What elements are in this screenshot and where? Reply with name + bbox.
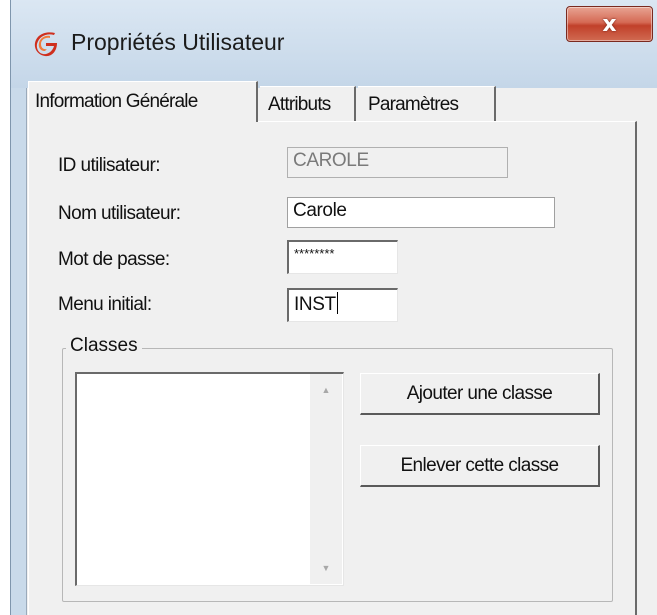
tab-label: Information Générale	[35, 91, 198, 112]
tab-parametres[interactable]: Paramètres	[358, 86, 496, 122]
initial-menu-value: INST	[294, 294, 336, 315]
password-input[interactable]: ********	[287, 240, 398, 274]
scroll-down-arrow-icon[interactable]: ▼	[310, 552, 342, 584]
initial-menu-input[interactable]: INST	[287, 288, 398, 322]
close-button[interactable]: x	[566, 6, 653, 42]
tab-information-generale[interactable]: Information Générale	[28, 81, 258, 122]
add-class-button[interactable]: Ajouter une classe	[360, 373, 600, 415]
title-bar[interactable]: Propriétés Utilisateur x	[11, 0, 657, 88]
window-title: Propriétés Utilisateur	[71, 29, 285, 55]
classes-scrollbar[interactable]: ▲ ▼	[310, 374, 342, 584]
classes-listbox[interactable]	[75, 372, 344, 586]
tab-label: Paramètres	[368, 93, 459, 115]
tab-attributs[interactable]: Attributs	[260, 86, 356, 122]
scroll-up-arrow-icon[interactable]: ▲	[310, 374, 342, 406]
close-icon: x	[602, 11, 617, 37]
tab-label: Attributs	[268, 93, 331, 115]
remove-class-button[interactable]: Enlever cette classe	[360, 445, 600, 487]
user-name-input[interactable]: Carole	[287, 197, 555, 228]
app-logo-icon	[34, 32, 57, 57]
text-caret	[336, 292, 338, 314]
